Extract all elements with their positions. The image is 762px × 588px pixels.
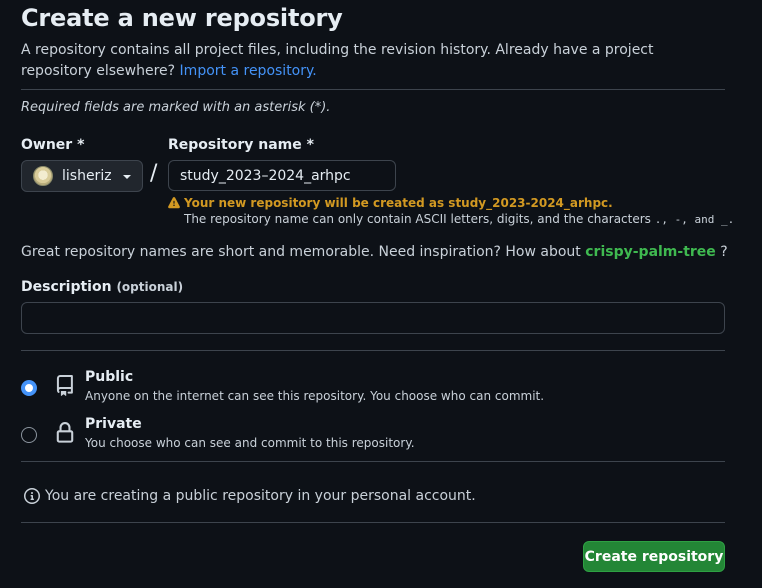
divider — [21, 522, 725, 523]
import-repository-link[interactable]: Import a repository. — [180, 63, 317, 79]
intro-text: A repository contains all project files,… — [21, 40, 721, 82]
warning-text: Your new repository will be created as s… — [184, 196, 613, 210]
page-title: Create a new repository — [21, 4, 343, 32]
hint-characters: ., -, and _. — [654, 213, 735, 226]
required-fields-note: Required fields are marked with an aster… — [21, 100, 331, 115]
lock-icon — [56, 422, 74, 443]
repo-icon — [56, 375, 73, 396]
public-radio[interactable] — [21, 380, 37, 396]
owner-dropdown[interactable]: lisheriz — [21, 160, 143, 192]
visibility-info: You are creating a public repository in … — [24, 488, 476, 504]
suggestion-prefix: Great repository names are short and mem… — [21, 244, 581, 260]
repository-name-warning: Your new repository will be created as s… — [168, 196, 613, 210]
repository-name-label: Repository name * — [168, 137, 314, 153]
description-label-text: Description — [21, 279, 112, 295]
public-description: Anyone on the internet can see this repo… — [85, 389, 545, 403]
create-repository-button[interactable]: Create repository — [583, 541, 725, 572]
private-radio[interactable] — [21, 427, 37, 443]
divider — [21, 89, 725, 90]
info-icon — [24, 488, 40, 504]
name-suggestion: Great repository names are short and mem… — [21, 244, 728, 260]
suggested-name-link[interactable]: crispy-palm-tree — [585, 244, 716, 260]
owner-repo-separator: / — [150, 161, 158, 186]
private-title: Private — [85, 416, 142, 432]
public-title: Public — [85, 369, 134, 385]
optional-tag: (optional) — [116, 280, 184, 294]
repository-name-input[interactable] — [168, 160, 396, 191]
intro-description: A repository contains all project files,… — [21, 42, 654, 79]
repository-name-hint: The repository name can only contain ASC… — [184, 212, 734, 226]
info-text: You are creating a public repository in … — [45, 488, 476, 504]
caret-down-icon — [123, 175, 131, 179]
hint-text: The repository name can only contain ASC… — [184, 212, 651, 226]
description-input[interactable] — [21, 302, 725, 334]
private-description: You choose who can see and commit to thi… — [85, 436, 415, 450]
description-label: Description (optional) — [21, 279, 183, 295]
avatar — [33, 166, 53, 186]
alert-icon — [168, 197, 180, 209]
divider — [21, 350, 725, 351]
owner-name: lisheriz — [62, 168, 112, 184]
owner-label: Owner * — [21, 137, 85, 153]
suggestion-suffix: ? — [720, 244, 728, 260]
divider — [21, 461, 725, 462]
